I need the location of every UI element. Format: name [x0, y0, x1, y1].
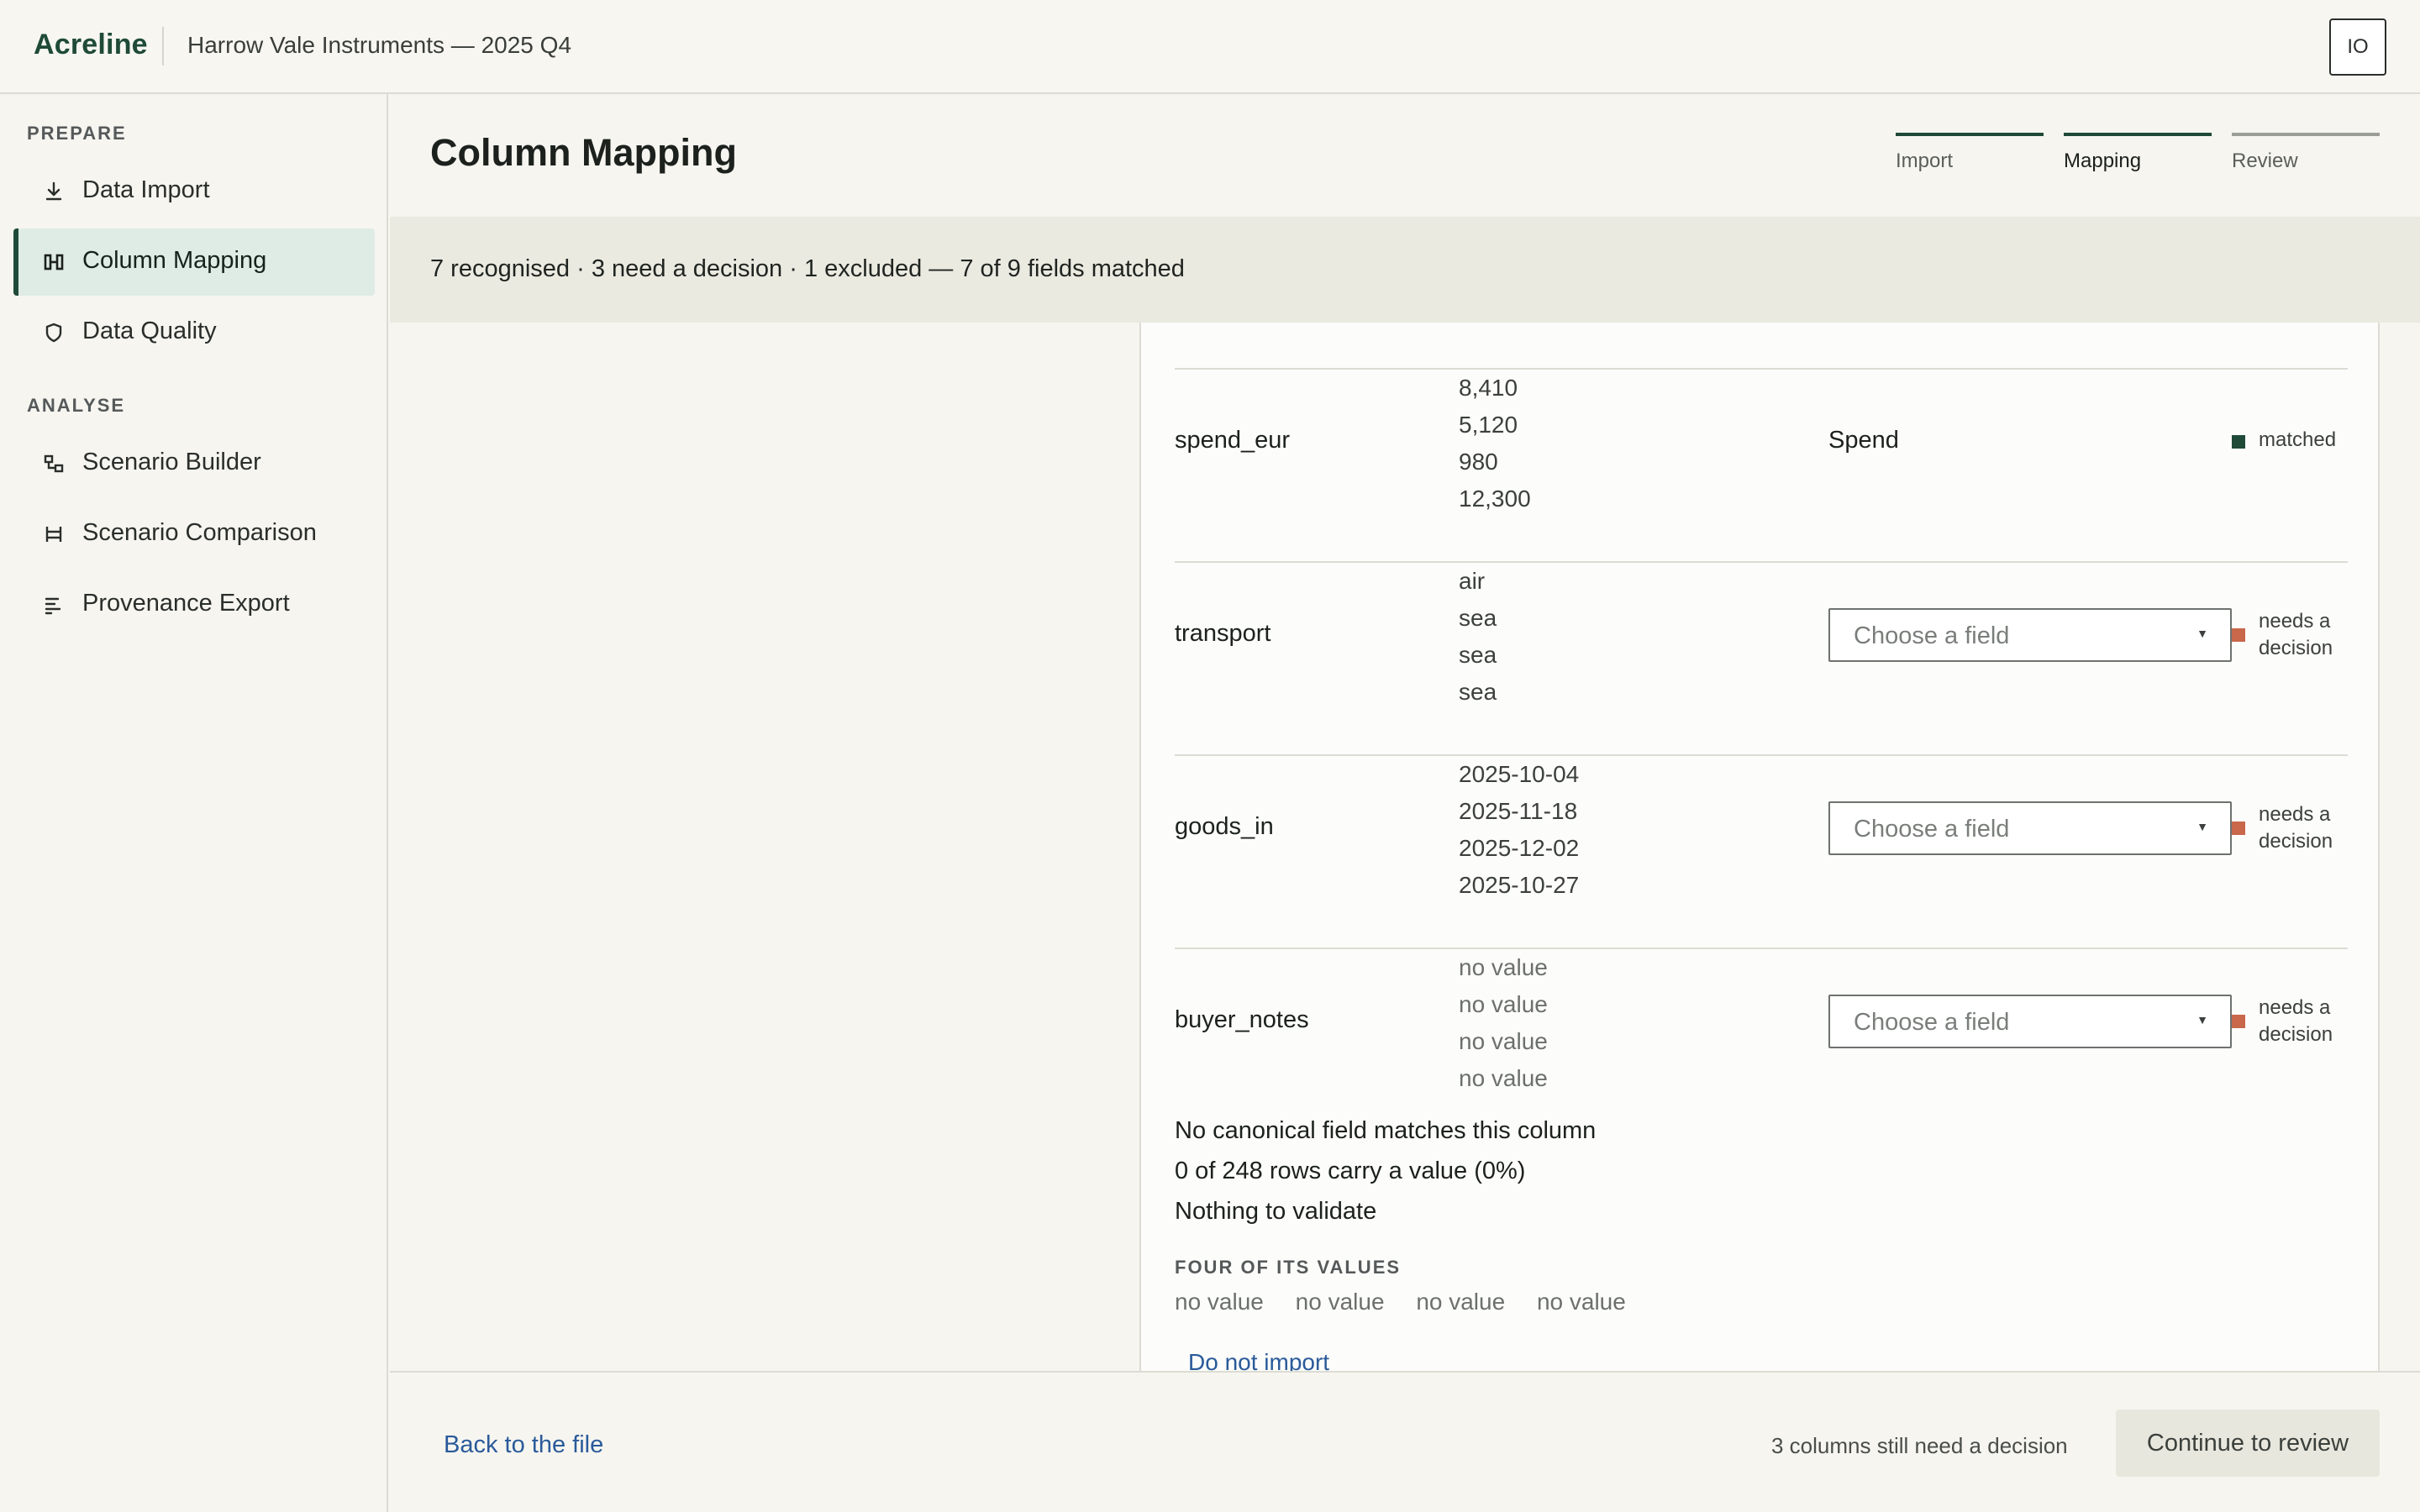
shield-icon — [40, 319, 67, 346]
mapping-panel: spend_eur 8,410 5,120 980 12,300 Spend m… — [1139, 323, 2380, 1371]
row-divider — [1175, 368, 2348, 370]
status-label: needs a decision — [2259, 996, 2333, 1046]
detail-values-caption: FOUR OF ITS VALUES — [1175, 1257, 1402, 1278]
sample-value: 12,300 — [1459, 486, 1531, 512]
sidebar-item-scenario-comparison[interactable]: Scenario Comparison — [13, 501, 375, 568]
mapped-field[interactable]: Spend — [1828, 427, 1899, 454]
column-samples: 2025-10-04 2025-11-18 2025-12-02 2025-10… — [1459, 756, 1579, 904]
sidebar-item-label: Scenario Comparison — [82, 519, 317, 546]
chevron-down-icon: ▼ — [2196, 1013, 2208, 1026]
chevron-down-icon: ▼ — [2196, 820, 2208, 833]
step-import-label: Import — [1896, 150, 1954, 172]
summary-banner: 7 recognised · 3 need a decision · 1 exc… — [390, 217, 2420, 323]
step-review-label: Review — [2232, 150, 2298, 172]
step-mapping-label: Mapping — [2064, 150, 2142, 172]
step-import-bar — [1896, 133, 2044, 136]
row-divider — [1175, 948, 2348, 949]
column-name: spend_eur — [1175, 427, 1291, 454]
pending-decisions-note: 3 columns still need a decision — [1771, 1433, 2068, 1458]
sidebar-item-label: Data Import — [82, 176, 210, 203]
mapping-icon — [40, 249, 67, 276]
do-not-import-link[interactable]: Do not import — [1188, 1349, 1329, 1371]
step-mapping[interactable]: Mapping — [2064, 133, 2212, 175]
download-icon — [40, 178, 67, 205]
summary-text: 7 recognised · 3 need a decision · 1 exc… — [430, 255, 1185, 282]
step-review[interactable]: Review — [2232, 133, 2380, 175]
brand-logo[interactable]: Acreline — [34, 29, 148, 61]
status-indicator — [2232, 628, 2245, 642]
continue-to-review-button[interactable]: Continue to review — [2116, 1410, 2380, 1477]
sample-value: 2025-10-04 — [1459, 761, 1580, 787]
compare-icon — [40, 521, 67, 548]
detail-match-note: No canonical field matches this column — [1175, 1117, 1597, 1144]
select-placeholder: Choose a field — [1854, 1009, 2010, 1036]
sidebar-item-label: Scenario Builder — [82, 449, 261, 475]
column-samples: no value no value no value no value — [1459, 949, 1548, 1097]
page-title: Column Mapping — [430, 131, 737, 174]
user-avatar[interactable]: IO — [2329, 18, 2386, 76]
sidebar-item-scenario-builder[interactable]: Scenario Builder — [13, 430, 375, 497]
status-indicator — [2232, 822, 2245, 835]
status-label: needs a decision — [2259, 803, 2333, 853]
sample-value: no value — [1459, 991, 1548, 1017]
column-name: goods_in — [1175, 813, 1274, 840]
column-name: buyer_notes — [1175, 1006, 1309, 1033]
sample-value: 8,410 — [1459, 375, 1518, 401]
sidebar-item-column-mapping[interactable]: Column Mapping — [13, 228, 375, 296]
select-placeholder: Choose a field — [1854, 816, 2010, 843]
field-select[interactable]: Choose a field ▼ — [1828, 801, 2232, 855]
status-indicator — [2232, 435, 2245, 449]
sample-value: 2025-12-02 — [1459, 835, 1580, 861]
sample-value: 2025-11-18 — [1459, 798, 1578, 824]
sidebar-item-label: Provenance Export — [82, 590, 290, 617]
step-mapping-bar — [2064, 133, 2212, 136]
chevron-down-icon: ▼ — [2196, 627, 2208, 640]
brand-divider — [162, 27, 164, 66]
status-label: matched — [2259, 428, 2337, 451]
column-samples: 8,410 5,120 980 12,300 — [1459, 370, 1531, 517]
back-to-file-link[interactable]: Back to the file — [444, 1431, 603, 1459]
project-title: Harrow Vale Instruments — 2025 Q4 — [187, 32, 572, 58]
sample-value: sea — [1459, 642, 1497, 668]
sample-value: sea — [1459, 679, 1497, 705]
sidebar-item-label: Data Quality — [82, 318, 217, 344]
top-bar: Acreline Harrow Vale Instruments — 2025 … — [0, 0, 2420, 94]
sample-value: 2025-10-27 — [1459, 872, 1580, 898]
detail-validation-note: Nothing to validate — [1175, 1198, 1377, 1225]
status-label: needs a decision — [2259, 610, 2333, 659]
sidebar-item-label: Column Mapping — [82, 247, 267, 274]
sample-value: 5,120 — [1459, 412, 1518, 438]
sample-value: sea — [1459, 605, 1497, 631]
detail-values: no value no value no value no value — [1175, 1289, 1651, 1315]
scenario-builder-icon — [40, 450, 67, 477]
status-indicator — [2232, 1015, 2245, 1028]
field-select[interactable]: Choose a field ▼ — [1828, 608, 2232, 662]
list-export-icon — [40, 591, 67, 618]
footer-bar: Back to the file 3 columns still need a … — [390, 1371, 2420, 1512]
sample-value: no value — [1459, 954, 1548, 980]
detail-value: no value — [1295, 1289, 1385, 1315]
sidebar-item-data-import[interactable]: Data Import — [13, 158, 375, 225]
row-divider — [1175, 561, 2348, 563]
sidebar: PREPARE Data Import Column Mapping Data … — [0, 94, 388, 1512]
select-placeholder: Choose a field — [1854, 622, 2010, 649]
detail-value: no value — [1416, 1289, 1506, 1315]
field-select[interactable]: Choose a field ▼ — [1828, 995, 2232, 1048]
sidebar-item-provenance-export[interactable]: Provenance Export — [13, 571, 375, 638]
sidebar-section-prepare: PREPARE — [27, 123, 127, 144]
sample-value: no value — [1459, 1065, 1548, 1091]
detail-coverage-note: 0 of 248 rows carry a value (0%) — [1175, 1158, 1526, 1184]
sample-value: no value — [1459, 1028, 1548, 1054]
step-import[interactable]: Import — [1896, 133, 2044, 175]
sample-value: air — [1459, 568, 1486, 594]
sample-value: 980 — [1459, 449, 1498, 475]
detail-value: no value — [1175, 1289, 1264, 1315]
column-name: transport — [1175, 620, 1271, 647]
sidebar-section-analyse: ANALYSE — [27, 395, 126, 416]
detail-value: no value — [1536, 1289, 1626, 1315]
row-divider — [1175, 754, 2348, 756]
sidebar-item-data-quality[interactable]: Data Quality — [13, 299, 375, 366]
column-samples: air sea sea sea — [1459, 563, 1497, 711]
step-review-bar — [2232, 133, 2380, 136]
